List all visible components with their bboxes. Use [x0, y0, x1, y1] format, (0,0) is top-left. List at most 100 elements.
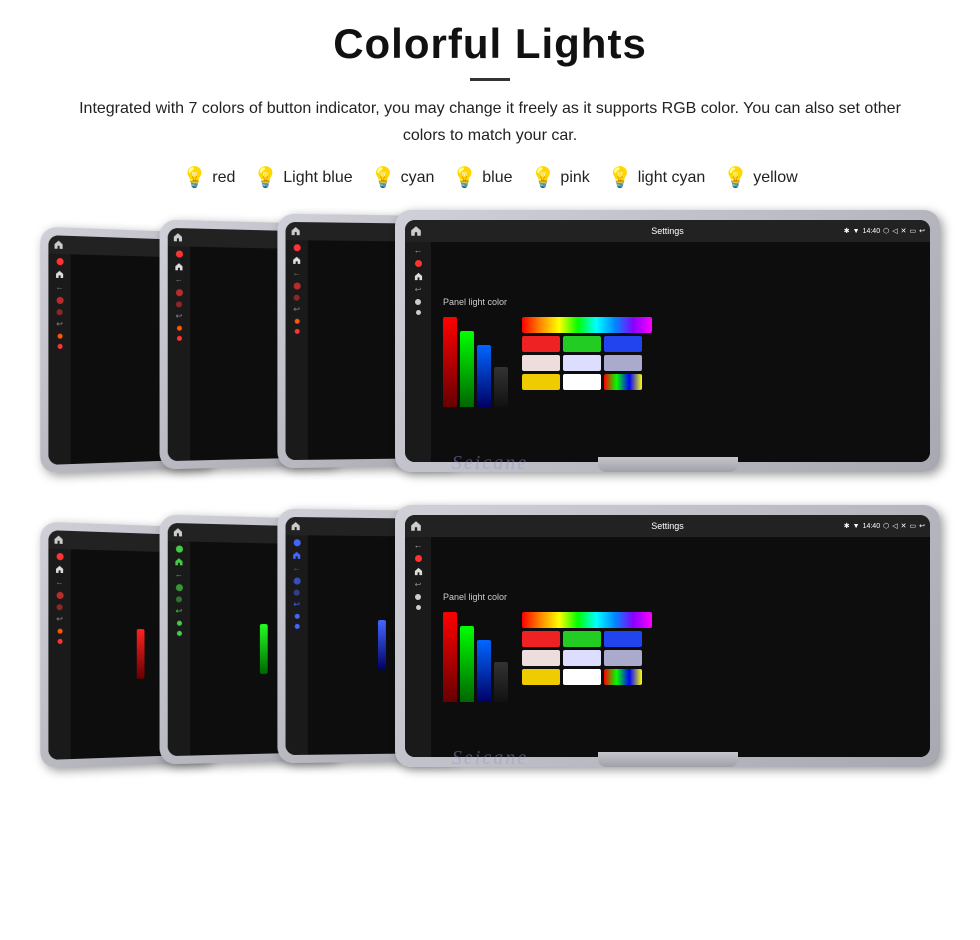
arrow-sidebar-main2: ↩ — [415, 581, 422, 589]
sidebar-dot-2-uc — [293, 578, 300, 585]
sidebar-dot-4-ub — [176, 621, 181, 626]
sidebar-dot-power-u2 — [175, 251, 182, 258]
arrow-left-u2: ← — [175, 276, 183, 284]
sidebar-dot-power-ua — [56, 553, 63, 560]
back-icon: ↩ — [919, 227, 925, 235]
topbar-left-main2 — [410, 520, 422, 532]
lightblue-label: Light blue — [283, 169, 352, 187]
arrow-sidebar-main: ↩ — [415, 286, 422, 294]
panel-label-2: Panel light color — [443, 592, 918, 602]
swatch-purple-light-2 — [604, 650, 642, 666]
swatches-row-2 — [522, 355, 652, 371]
sidebar-dot-4-u2 — [176, 326, 181, 331]
swatches-row-3 — [522, 374, 652, 390]
close-icon-2: ✕ — [901, 522, 907, 530]
main2-settings-screen: Panel light color — [431, 537, 930, 757]
settings-title-main2: Settings — [651, 521, 684, 531]
arrow-left-ua: ← — [56, 579, 64, 587]
sidebar-dot-3-u2 — [176, 302, 182, 308]
swatch-blue-light — [563, 355, 601, 371]
close-icon: ✕ — [901, 227, 907, 235]
minimize-icon-2: ▭ — [910, 522, 917, 530]
sidebar-dot-4-u1 — [57, 334, 62, 339]
sidebar-dot-4-uc — [294, 614, 299, 619]
red-label: red — [212, 169, 235, 187]
back-arrow-main[interactable]: ← — [414, 246, 423, 255]
sidebar-dot-5-u3 — [294, 329, 299, 334]
pink-label: pink — [560, 169, 589, 187]
color-bars-group-2 — [443, 612, 508, 702]
sidebar-dot-main-3 — [416, 310, 421, 315]
sidebar-dot-power-ub — [175, 546, 182, 553]
rainbow-bar-2 — [522, 612, 652, 628]
blue-bulb-icon: 💡 — [452, 165, 477, 190]
sidebar-dot-main2-1 — [415, 555, 422, 562]
color-swatches-area-2 — [522, 612, 652, 702]
back-icon-2: ↩ — [919, 522, 925, 530]
bar-green-2 — [460, 626, 474, 702]
swatch-white — [563, 374, 601, 390]
device-unit-main: Settings ✱ ▼ 14:40 ⬡ ◁ ✕ ▭ ↩ — [395, 210, 940, 472]
lightblue-bulb-icon: 💡 — [253, 165, 278, 190]
volume-icon: ◁ — [892, 227, 897, 235]
description-text: Integrated with 7 colors of button indic… — [60, 95, 920, 149]
sidebar-dot-power-uc — [293, 540, 300, 547]
swatch-pink-light-2 — [522, 650, 560, 666]
back-arrow-main2[interactable]: ← — [414, 541, 423, 550]
sidebar-dot-2-u2 — [175, 289, 182, 296]
sidebar-dot-2-u1 — [56, 297, 63, 304]
sidebar-dot-5-ub — [176, 631, 181, 636]
arrow-nav-uc: ↩ — [293, 601, 300, 609]
bar-green — [460, 331, 474, 407]
color-item-red: 💡 red — [182, 165, 235, 190]
sidebar-dot-2-ua — [56, 592, 63, 599]
arrow-left-u1: ← — [56, 284, 64, 292]
color-item-cyan: 💡 cyan — [371, 165, 435, 190]
home-icon-ua — [54, 535, 64, 546]
topbar-right-main: ✱ ▼ 14:40 ⬡ ◁ ✕ ▭ ↩ — [844, 227, 925, 235]
sidebar-dot-power-u1 — [56, 258, 63, 265]
sidebar-dot-5-uc — [294, 624, 299, 629]
arrow-nav-ub: ↩ — [176, 608, 183, 616]
camera-icon-2: ⬡ — [883, 522, 889, 530]
device-group-1: MIC ← ↩ — [40, 210, 940, 485]
cyan-label: cyan — [401, 169, 435, 187]
sidebar-dot-main-2 — [415, 299, 421, 305]
main-settings-screen: Panel light color — [431, 242, 930, 462]
yellow-bulb-icon: 💡 — [723, 165, 748, 190]
bar-red — [443, 317, 457, 407]
camera-icon: ⬡ — [883, 227, 889, 235]
home-icon-sidebar-u3 — [293, 257, 301, 265]
swatch-yellow — [522, 374, 560, 390]
arrow-nav-u1: ↩ — [56, 321, 63, 329]
home-icon-uc — [291, 521, 301, 531]
arrow-left-u3: ← — [293, 270, 301, 278]
color-swatches-area — [522, 317, 652, 407]
sidebar-dot-5-ua — [57, 639, 62, 644]
color-item-blue: 💡 blue — [452, 165, 512, 190]
color-item-lightcyan: 💡 light cyan — [608, 165, 706, 190]
swatches-row-2-3 — [522, 669, 652, 685]
swatch-white-2 — [563, 669, 601, 685]
blue-bar-uc — [377, 620, 385, 670]
time-display: 14:40 — [863, 228, 881, 235]
arrow-nav-u2: ↩ — [176, 313, 183, 321]
device-unit-main2: Settings ✱ ▼ 14:40 ⬡ ◁ ✕ ▭ ↩ — [395, 505, 940, 767]
sidebar-dot-2-u3 — [293, 283, 300, 290]
sidebar-dot-main2-2 — [415, 594, 421, 600]
home-icon-u1 — [54, 240, 64, 251]
home-icon-sidebar-ub — [175, 558, 183, 566]
sidebar-dot-4-ua — [57, 629, 62, 634]
color-bars-group — [443, 317, 508, 407]
swatch-purple-light — [604, 355, 642, 371]
home-sidebar-main — [414, 272, 423, 281]
settings-title-main: Settings — [651, 226, 684, 236]
panel-label: Panel light color — [443, 297, 918, 307]
topbar-left-main — [410, 225, 422, 237]
sidebar-dot-3-uc — [294, 590, 300, 596]
pink-bulb-icon: 💡 — [531, 165, 556, 190]
title-divider — [470, 78, 510, 81]
red-bar-ua — [137, 629, 145, 679]
swatches-row-2-1 — [522, 631, 652, 647]
sidebar-dot-main-1 — [415, 260, 422, 267]
